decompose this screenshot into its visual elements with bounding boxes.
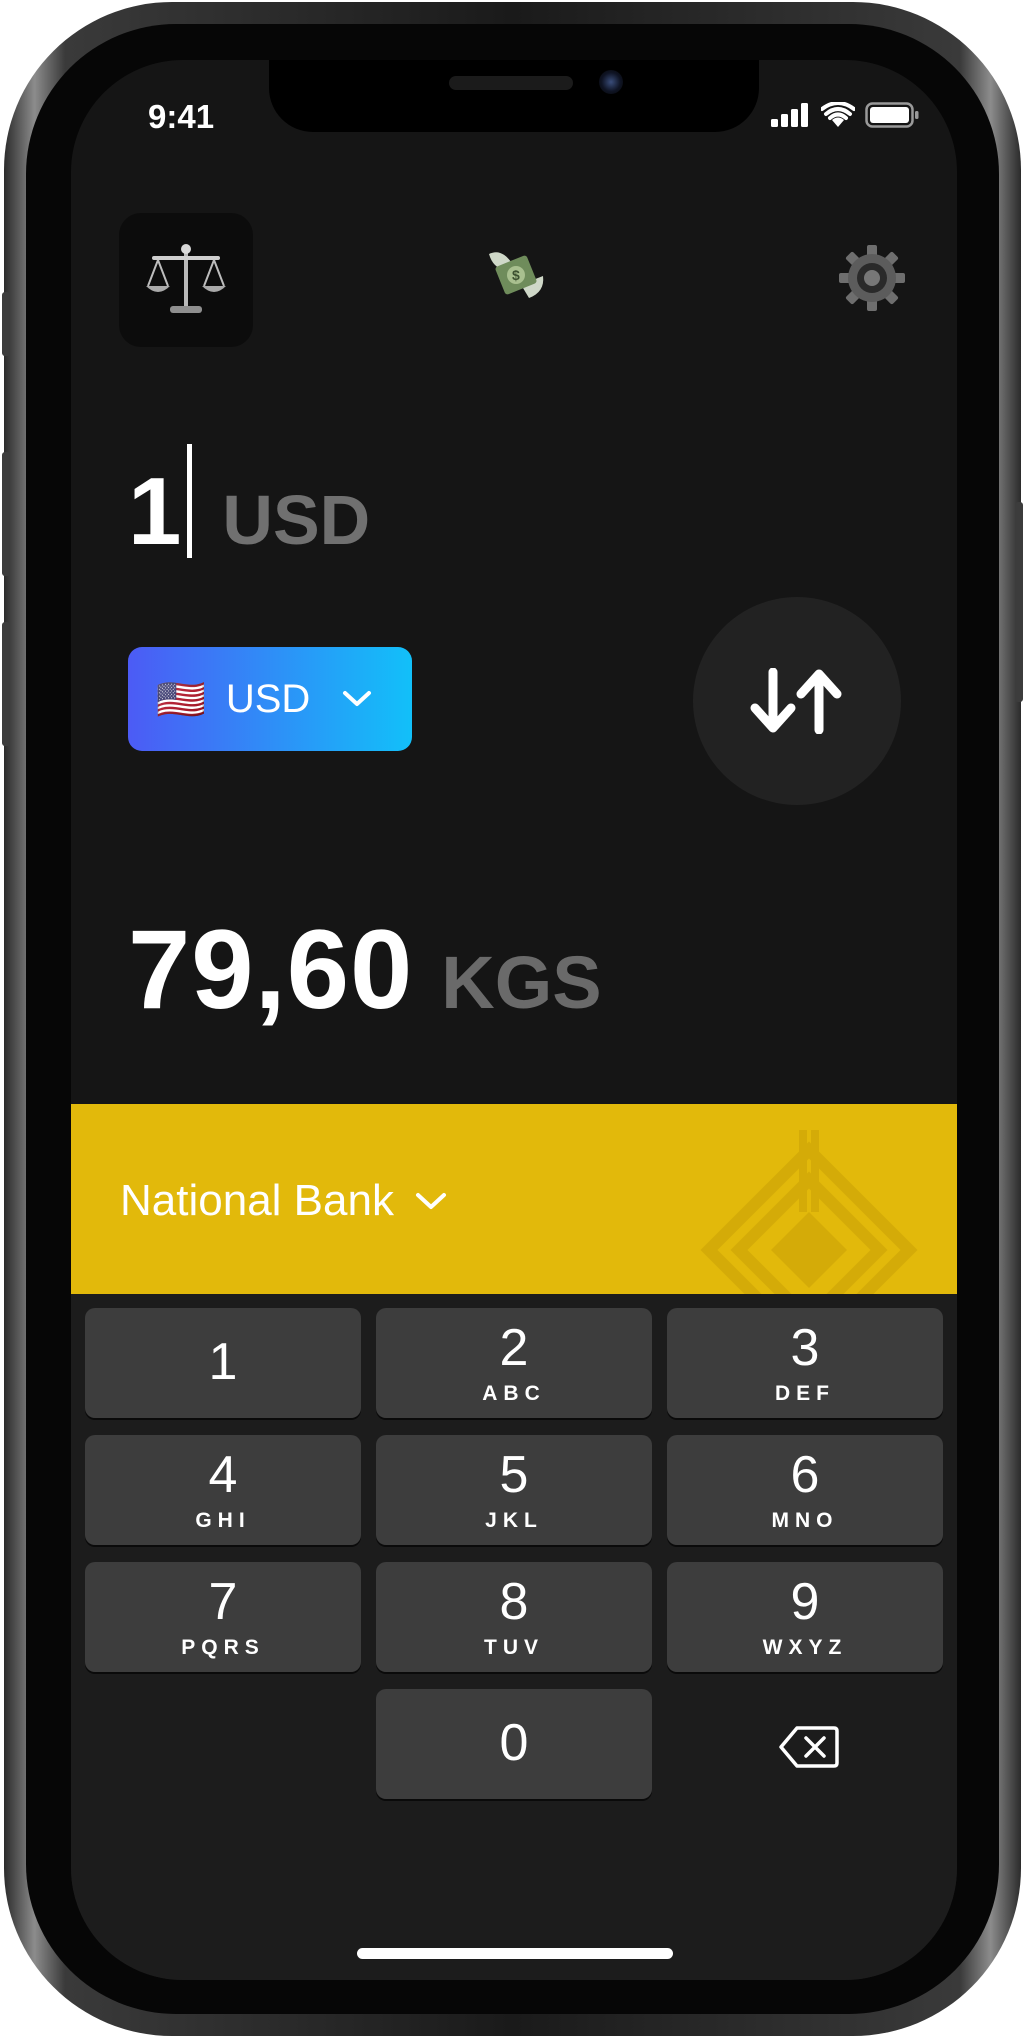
input-currency-code: USD bbox=[222, 481, 371, 559]
chevron-down-icon bbox=[415, 1193, 446, 1209]
scales-button[interactable] bbox=[119, 213, 253, 347]
signal-icon bbox=[771, 103, 808, 127]
gear-icon[interactable] bbox=[839, 245, 905, 311]
key-1[interactable]: 1 bbox=[85, 1308, 361, 1418]
currency-selector-label: USD bbox=[225, 676, 311, 721]
input-amount[interactable]: 1 bbox=[128, 457, 181, 567]
converted-amount: 79,60 bbox=[128, 907, 414, 1032]
notch bbox=[269, 60, 759, 132]
flying-money-icon: $ bbox=[489, 252, 544, 298]
wifi-icon bbox=[821, 102, 855, 127]
key-letters: WXYZ bbox=[762, 1636, 848, 1659]
key-8[interactable]: 8 TUV bbox=[376, 1562, 652, 1672]
key-digit: 3 bbox=[790, 1319, 820, 1377]
text-caret bbox=[187, 444, 193, 558]
key-digit: 2 bbox=[499, 1319, 529, 1377]
silent-switch bbox=[2, 292, 10, 356]
key-3[interactable]: 3 DEF bbox=[667, 1308, 943, 1418]
earpiece-speaker bbox=[449, 76, 573, 90]
battery-icon bbox=[865, 102, 919, 128]
key-6[interactable]: 6 MNO bbox=[667, 1435, 943, 1545]
bank-selector[interactable]: National Bank bbox=[71, 1104, 957, 1294]
key-letters: MNO bbox=[771, 1509, 839, 1532]
swap-currencies-button[interactable] bbox=[693, 597, 901, 805]
volume-up-button bbox=[2, 452, 10, 576]
key-letters: GHI bbox=[195, 1509, 251, 1532]
key-0[interactable]: 0 bbox=[376, 1689, 652, 1799]
bank-name-row[interactable]: National Bank bbox=[120, 1176, 448, 1226]
status-time: 9:41 bbox=[148, 98, 215, 135]
key-letters: ABC bbox=[482, 1382, 546, 1405]
key-letters: JKL bbox=[485, 1509, 543, 1532]
key-digit: 0 bbox=[499, 1714, 529, 1772]
bank-pattern-decoration bbox=[700, 1130, 918, 1294]
us-flag-icon: 🇺🇸 bbox=[156, 677, 206, 722]
swap-arrows-icon bbox=[750, 668, 842, 734]
power-button bbox=[1015, 502, 1023, 702]
key-9[interactable]: 9 WXYZ bbox=[667, 1562, 943, 1672]
svg-text:$: $ bbox=[512, 267, 520, 283]
front-camera bbox=[599, 70, 623, 94]
converted-currency-code: KGS bbox=[441, 941, 602, 1024]
scales-icon bbox=[146, 244, 226, 313]
key-digit: 1 bbox=[208, 1333, 238, 1391]
key-5[interactable]: 5 JKL bbox=[376, 1435, 652, 1545]
key-digit: 6 bbox=[790, 1446, 820, 1504]
currency-selector-button[interactable]: 🇺🇸 USD bbox=[128, 647, 412, 751]
converted-amount-row: 79,60 KGS bbox=[128, 905, 602, 1034]
volume-down-button bbox=[2, 622, 10, 746]
input-amount-row[interactable]: 1 USD bbox=[128, 430, 370, 565]
key-digit: 9 bbox=[790, 1573, 820, 1631]
key-digit: 4 bbox=[208, 1446, 238, 1504]
key-2[interactable]: 2 ABC bbox=[376, 1308, 652, 1418]
key-letters: PQRS bbox=[181, 1636, 265, 1659]
key-7[interactable]: 7 PQRS bbox=[85, 1562, 361, 1672]
key-digit: 5 bbox=[499, 1446, 529, 1504]
bank-name: National Bank bbox=[120, 1176, 394, 1225]
key-digit: 8 bbox=[499, 1573, 529, 1631]
key-4[interactable]: 4 GHI bbox=[85, 1435, 361, 1545]
key-digit: 7 bbox=[208, 1573, 238, 1631]
key-letters: TUV bbox=[484, 1636, 544, 1659]
chevron-down-icon bbox=[343, 691, 372, 706]
app-screen: 9:41 $ 1 USD 🇺🇸 USD 79,60 KGS National B… bbox=[71, 60, 957, 1980]
backspace-icon[interactable] bbox=[779, 1725, 839, 1769]
home-indicator[interactable] bbox=[357, 1948, 673, 1959]
key-letters: DEF bbox=[775, 1382, 835, 1405]
status-icons bbox=[771, 102, 919, 128]
